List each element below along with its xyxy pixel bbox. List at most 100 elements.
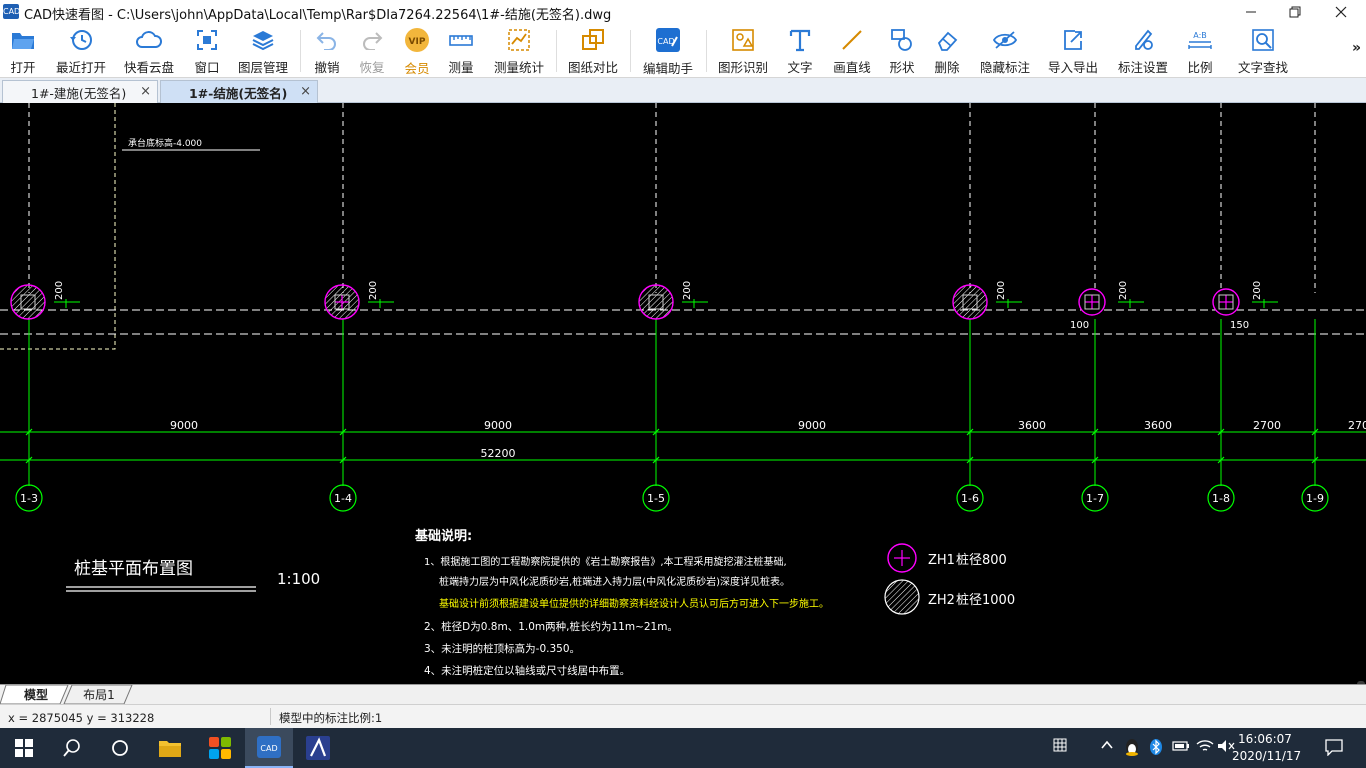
- layout-tab-model[interactable]: 模型: [10, 685, 62, 704]
- tab-close-icon[interactable]: ×: [300, 84, 311, 99]
- offset-label: 100: [1070, 320, 1089, 331]
- edit-assist-button[interactable]: CAD 编辑助手: [641, 26, 695, 76]
- search-button[interactable]: [48, 728, 96, 768]
- title-bar: CAD CAD快速看图 - C:\Users\john\AppData\Loca…: [0, 0, 1366, 24]
- battery-icon: [1172, 741, 1189, 751]
- clock-time: 16:06:07: [1238, 732, 1292, 746]
- pile-dim-label: 200: [682, 281, 693, 300]
- file-explorer-taskbar-button[interactable]: [146, 728, 194, 768]
- hide-dims-button[interactable]: 隐藏标注: [978, 26, 1032, 76]
- edit-cad-icon: CAD: [656, 28, 680, 52]
- toolbar-divider: [300, 30, 301, 72]
- notification-icon: [1325, 739, 1343, 757]
- tab-close-icon[interactable]: ×: [140, 84, 151, 99]
- taskbar-clock[interactable]: 16:06:07 2020/11/17: [1232, 731, 1301, 765]
- task-view-button[interactable]: [96, 728, 144, 768]
- window-button[interactable]: 窗口: [190, 26, 224, 76]
- layers-button[interactable]: 图层管理: [236, 26, 290, 76]
- pile-zh2: [638, 284, 674, 320]
- measure-button[interactable]: 测量: [444, 26, 478, 76]
- shape-recognition-icon: [732, 28, 754, 51]
- app-grid-icon: [209, 737, 231, 759]
- undo-button[interactable]: 撤销: [310, 26, 344, 76]
- tab-structure-drawing[interactable]: 1#-结施(无签名) ×: [160, 80, 318, 103]
- line-icon: [842, 29, 862, 50]
- cloud-button[interactable]: 快看云盘: [122, 26, 176, 76]
- axis-label: 1-8: [1212, 492, 1230, 505]
- store-taskbar-button[interactable]: [196, 728, 244, 768]
- redo-button[interactable]: 恢复: [355, 26, 389, 76]
- legend-zh2-symbol: [884, 579, 920, 615]
- svg-text:VIP: VIP: [409, 37, 426, 47]
- close-window-button[interactable]: [1318, 0, 1364, 24]
- windows-taskbar: CAD 16:06:07 2020/11/17: [0, 728, 1366, 768]
- open-button[interactable]: 打开: [6, 26, 40, 76]
- keyboard-grid-icon: [1053, 738, 1067, 752]
- dim-settings-button[interactable]: 标注设置: [1116, 26, 1170, 76]
- shape-button[interactable]: 形状: [886, 26, 918, 76]
- recent-button[interactable]: 最近打开: [54, 26, 108, 76]
- battery-icon[interactable]: [1172, 740, 1190, 756]
- axis-lines-dashed: [28, 103, 1316, 293]
- wifi-icon: [1196, 740, 1214, 751]
- ime-icon[interactable]: [1052, 737, 1068, 757]
- window-title: CAD快速看图 - C:\Users\john\AppData\Local\Te…: [24, 8, 612, 23]
- total-span-label: 52200: [481, 447, 516, 460]
- pile-zh2: [10, 284, 46, 320]
- pile-dim-label: 200: [1118, 281, 1129, 300]
- cad-viewer-taskbar-button[interactable]: CAD: [245, 728, 293, 768]
- main-toolbar: 打开 最近打开 快看云盘 窗口 图层管理 撤销 恢复 VIP 会员 测量 测量统…: [0, 24, 1366, 78]
- tab-building-drawing[interactable]: 1#-建施(无签名) ×: [2, 80, 158, 103]
- shape-recog-button[interactable]: 图形识别: [716, 26, 770, 76]
- cortana-circle-icon: [112, 740, 128, 756]
- ratio-button[interactable]: A:B 比例: [1184, 26, 1216, 76]
- eye-hidden-icon: [992, 30, 1018, 49]
- text-search-button[interactable]: 文字查找: [1236, 26, 1290, 76]
- app-icon: CAD: [3, 4, 20, 19]
- fullscreen-icon: [197, 29, 217, 50]
- vip-button[interactable]: VIP 会员: [400, 26, 434, 76]
- toolbar-overflow-button[interactable]: »: [1352, 40, 1361, 56]
- delete-button[interactable]: 删除: [931, 26, 963, 76]
- qq-icon[interactable]: [1124, 738, 1140, 760]
- note-line-highlight: 基础设计前须根据建设单位提供的详细勘察资料经设计人员认可后方可进入下一步施工。: [439, 597, 829, 610]
- bluetooth-icon: [1150, 739, 1162, 755]
- span-label: 9000: [484, 419, 512, 432]
- axis-label: 1-3: [20, 492, 38, 505]
- layers-icon: [252, 30, 274, 50]
- layout-tab-layout1[interactable]: 布局1: [72, 685, 126, 704]
- minimize-button[interactable]: [1228, 0, 1274, 24]
- wifi-icon[interactable]: [1196, 739, 1214, 757]
- import-export-button[interactable]: 导入导出: [1046, 26, 1100, 76]
- cursor-coordinates: x = 2875045 y = 313228: [8, 711, 155, 725]
- span-label: 9000: [798, 419, 826, 432]
- restore-button[interactable]: [1272, 0, 1318, 24]
- toolbar-divider: [630, 30, 631, 72]
- bluetooth-icon[interactable]: [1149, 738, 1163, 760]
- drawing-canvas[interactable]: 承台底标高-4.000 9000 9000 9000 3600 3600 270…: [0, 103, 1366, 684]
- close-icon: [1335, 6, 1347, 18]
- measure-stats-button[interactable]: 测量统计: [492, 26, 546, 76]
- status-divider: [270, 708, 271, 725]
- tray-overflow-icon[interactable]: [1100, 738, 1114, 756]
- cloud-icon: [136, 30, 162, 48]
- app-taskbar-button[interactable]: [294, 728, 342, 768]
- plan-title: 桩基平面布置图: [74, 559, 193, 579]
- notification-center-icon[interactable]: [1325, 738, 1343, 760]
- windows-logo-icon: [15, 739, 33, 757]
- note-line: 桩端持力层为中风化泥质砂岩,桩端进入持力层(中风化泥质砂岩)深度详见桩表。: [439, 575, 790, 588]
- span-label: 2700: [1253, 419, 1281, 432]
- text-button[interactable]: 文字: [784, 26, 816, 76]
- start-button[interactable]: [0, 728, 48, 768]
- draw-line-button[interactable]: 画直线: [830, 26, 874, 76]
- text-icon: [789, 29, 811, 51]
- compare-button[interactable]: 图纸对比: [566, 26, 620, 76]
- folder-icon: [159, 741, 181, 757]
- redo-icon: [363, 31, 383, 50]
- legend-zh1-desc: 桩径800: [956, 553, 1007, 568]
- axis-label: 1-5: [647, 492, 665, 505]
- axis-label: 1-7: [1086, 492, 1104, 505]
- pile-dim-label: 200: [54, 281, 65, 300]
- toolbar-divider: [706, 30, 707, 72]
- status-bar: x = 2875045 y = 313228 模型中的标注比例:1: [0, 704, 1366, 728]
